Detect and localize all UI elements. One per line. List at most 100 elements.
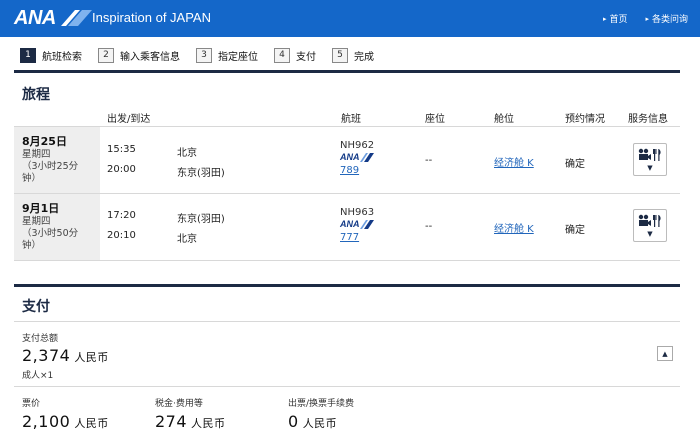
step-label: 输入乘客信息 — [120, 51, 180, 63]
row-divider — [14, 126, 680, 127]
step-number: 1 — [20, 47, 36, 63]
service-info-button[interactable]: ▼ — [633, 143, 667, 176]
currency-unit: 人民币 — [74, 417, 109, 430]
step-payment: 4 支付 — [274, 47, 316, 63]
tagline: Inspiration of JAPAN — [92, 10, 211, 25]
currency-unit: 人民币 — [302, 417, 338, 430]
aircraft-type-link[interactable]: 789 — [340, 165, 359, 176]
segment-duration-cont: 钟） — [22, 240, 42, 251]
total-amount-value: 2,374 — [22, 346, 71, 365]
segment-date: 9月1日 — [22, 202, 60, 215]
step-label: 支付 — [296, 51, 316, 63]
arrow-right-icon: ▸ — [602, 14, 607, 23]
steps-divider — [14, 70, 680, 73]
step-passenger-info: 2 输入乘客信息 — [98, 47, 180, 63]
arrow-right-icon: ▸ — [645, 14, 649, 23]
departure-time: 15:35 — [107, 144, 136, 155]
chevron-up-icon: ▲ — [662, 349, 668, 358]
currency-unit: 人民币 — [191, 417, 226, 430]
site-header: ANA Inspiration of JAPAN ▸ 首页 ▸ 各类问询 — [0, 0, 700, 37]
segment-duration: （3小时25分 — [22, 161, 79, 172]
cabin-class-link[interactable]: 经济舱 K — [494, 154, 534, 169]
fare-label: 票价 — [22, 399, 41, 409]
segment-date: 8月25日 — [22, 135, 67, 148]
step-seat-selection: 3 指定座位 — [196, 47, 258, 63]
segment-duration-cont: 钟） — [22, 173, 42, 184]
ticketing-fee-label: 出票/换票手续费 — [288, 399, 355, 409]
itinerary-title: 旅程 — [22, 87, 50, 103]
chevron-down-icon: ▼ — [647, 230, 653, 238]
video-camera-fork-knife-icon — [638, 148, 661, 161]
fare-amount: 2,100 人民币 — [22, 412, 109, 431]
ticketing-fee-value: 0 — [288, 412, 299, 431]
col-flight: 航班 — [341, 114, 361, 125]
row-divider — [14, 260, 680, 261]
step-number: 4 — [274, 47, 290, 63]
step-label: 完成 — [354, 51, 374, 63]
ana-mini-logo: ANA — [340, 219, 374, 229]
ticketing-fee-amount: 0 人民币 — [288, 412, 337, 431]
chevron-down-icon: ▼ — [647, 164, 653, 172]
fare-amount-value: 2,100 — [22, 412, 71, 431]
video-camera-fork-knife-icon — [638, 214, 661, 227]
segment-weekday: 星期四 — [22, 149, 51, 160]
cabin-class-link[interactable]: 经济舱 K — [494, 220, 534, 235]
total-label: 支付总额 — [22, 334, 59, 344]
home-link-label: 首页 — [609, 15, 628, 25]
currency-unit: 人民币 — [74, 351, 109, 364]
row-divider — [14, 193, 680, 194]
departure-city: 北京 — [177, 148, 197, 159]
step-number: 5 — [332, 47, 348, 63]
total-amount: 2,374 人民币 — [22, 346, 109, 365]
ana-mini-logo: ANA — [340, 152, 374, 162]
tax-amount: 274 人民币 — [155, 412, 226, 431]
ana-logo[interactable]: ANA — [14, 6, 94, 30]
collapse-button[interactable]: ▲ — [657, 346, 673, 361]
arrival-time: 20:10 — [107, 230, 136, 241]
segment-date-cell: 9月1日 星期四 （3小时50分 钟） — [14, 194, 100, 260]
segment-date-cell: 8月25日 星期四 （3小时25分 钟） — [14, 127, 100, 193]
payment-title: 支付 — [22, 299, 50, 315]
tax-amount-value: 274 — [155, 412, 188, 431]
ana-wing-icon — [60, 10, 92, 26]
ana-wing-icon — [359, 152, 374, 162]
col-seat: 座位 — [425, 114, 445, 125]
ana-wing-icon — [359, 219, 374, 229]
service-info-button[interactable]: ▼ — [633, 209, 667, 242]
flight-number: NH962 — [340, 140, 375, 151]
payment-divider — [14, 284, 680, 287]
step-number: 2 — [98, 47, 114, 63]
booking-steps: 1 航班检索 2 输入乘客信息 3 指定座位 4 支付 5 完成 — [20, 46, 390, 64]
step-label: 指定座位 — [218, 51, 258, 63]
inquiries-link-label: 各类问询 — [651, 15, 688, 25]
departure-time: 17:20 — [107, 210, 136, 221]
seat-value: -- — [425, 155, 433, 166]
arrival-city: 北京 — [177, 234, 197, 245]
tax-label: 税金·费用等 — [155, 399, 203, 409]
booking-status: 确定 — [565, 159, 585, 170]
passenger-count: 成人×1 — [22, 371, 54, 381]
ana-logo-text: ANA — [14, 6, 56, 29]
step-number: 3 — [196, 47, 212, 63]
segment-weekday: 星期四 — [22, 216, 51, 227]
step-complete: 5 完成 — [332, 47, 374, 63]
segment-duration: （3小时50分 — [22, 228, 79, 239]
home-link[interactable]: ▸ 首页 — [602, 12, 628, 26]
seat-value: -- — [425, 221, 433, 232]
inquiries-link[interactable]: ▸ 各类问询 — [645, 12, 688, 26]
col-depart-arrive: 出发/到达 — [107, 114, 151, 125]
arrival-city: 东京(羽田) — [177, 168, 225, 179]
row-divider — [14, 386, 680, 387]
airline-name: ANA — [340, 219, 360, 229]
col-cabin: 舱位 — [494, 114, 514, 125]
step-label: 航班检索 — [42, 51, 82, 63]
step-flight-search: 1 航班检索 — [20, 47, 82, 63]
departure-city: 东京(羽田) — [177, 214, 225, 225]
airline-name: ANA — [340, 152, 360, 162]
flight-number: NH963 — [340, 207, 375, 218]
col-services: 服务信息 — [628, 114, 668, 125]
aircraft-type-link[interactable]: 777 — [340, 232, 359, 243]
booking-status: 确定 — [565, 225, 585, 236]
col-booking-status: 预约情况 — [565, 114, 605, 125]
row-divider — [14, 321, 680, 322]
